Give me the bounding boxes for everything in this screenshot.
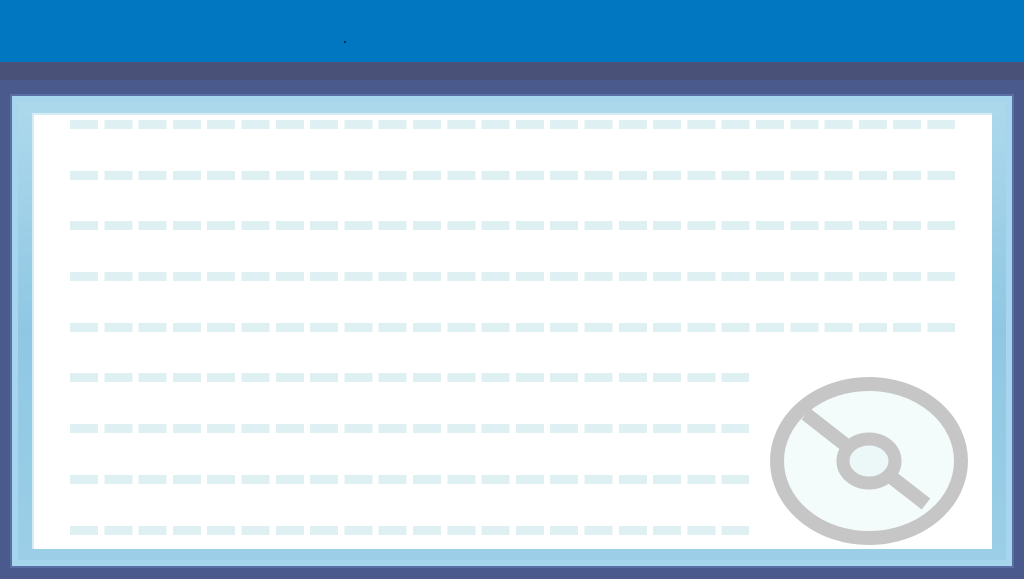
text-line (70, 475, 749, 484)
top-bar-marker (344, 41, 346, 43)
text-line (70, 272, 955, 281)
pokeball-icon (770, 377, 968, 545)
game-screen (0, 0, 1024, 579)
text-line (70, 120, 955, 129)
text-line (70, 373, 749, 382)
text-line (70, 171, 955, 180)
divider-strip (0, 62, 1024, 80)
text-line (70, 424, 749, 433)
top-bar (0, 0, 1024, 62)
text-line (70, 221, 955, 230)
text-line (70, 323, 955, 332)
text-line (70, 526, 749, 535)
